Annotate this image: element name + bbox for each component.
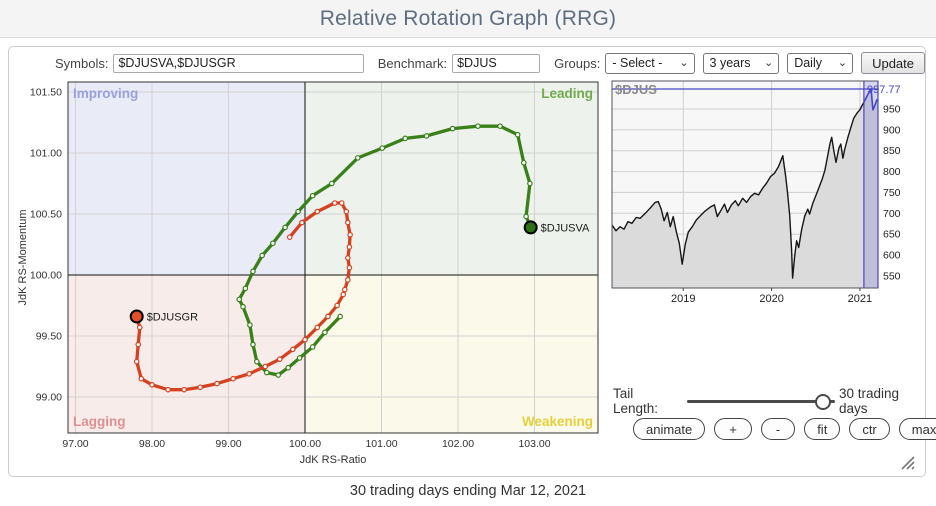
slider-thumb[interactable]	[815, 394, 831, 410]
svg-text:101.00: 101.00	[365, 438, 397, 450]
date-range-highlight[interactable]	[864, 81, 878, 288]
svg-text:800: 800	[883, 166, 901, 178]
svg-text:2019: 2019	[671, 293, 695, 305]
tail-length-slider[interactable]	[687, 395, 831, 408]
svg-text:2021: 2021	[848, 293, 872, 305]
svg-text:101.50: 101.50	[30, 87, 62, 99]
frequency-select-value: Daily	[794, 56, 822, 70]
marker-label: $DJUSVA	[541, 222, 590, 234]
last-value-label: 997.77	[867, 84, 901, 96]
quadrant-label-weakening: Weakening	[522, 414, 593, 429]
max-button[interactable]: max	[899, 418, 936, 440]
period-select-value: 3 years	[710, 56, 751, 70]
plus-button[interactable]: +	[714, 418, 752, 440]
symbols-input[interactable]	[113, 54, 363, 73]
benchmark-input[interactable]	[452, 54, 540, 73]
fit-button[interactable]: fit	[804, 418, 840, 440]
footer-caption: 30 trading days ending Mar 12, 2021	[0, 483, 936, 499]
svg-text:700: 700	[883, 208, 901, 220]
svg-text:850: 850	[883, 145, 901, 157]
marker-djusva[interactable]	[525, 221, 537, 233]
y-axis-title: JdK RS-Momentum	[17, 210, 29, 306]
slider-track[interactable]	[687, 400, 835, 403]
animate-button[interactable]: animate	[633, 418, 705, 440]
app-header: Relative Rotation Graph (RRG)	[0, 0, 936, 38]
svg-text:950: 950	[883, 103, 901, 115]
svg-text:550: 550	[883, 270, 901, 282]
groups-label: Groups:	[554, 56, 600, 71]
svg-text:102.00: 102.00	[442, 438, 474, 450]
chevron-down-icon: ⌄	[830, 58, 847, 68]
chart-buttons: animate +-fitctrmax	[633, 418, 936, 440]
x-axis-title: JdK RS-Ratio	[300, 454, 367, 466]
svg-text:101.00: 101.00	[30, 148, 62, 160]
svg-text:100.50: 100.50	[30, 209, 62, 221]
toolbar: Symbols: Benchmark: Groups: - Select - ⌄…	[9, 51, 925, 75]
minus-button[interactable]: -	[761, 418, 795, 440]
svg-text:100.00: 100.00	[30, 270, 62, 282]
quadrant-lagging	[68, 275, 305, 433]
quadrant-label-leading: Leading	[541, 86, 593, 101]
svg-text:900: 900	[883, 124, 901, 136]
svg-text:99.00: 99.00	[215, 438, 241, 450]
tail-length-value: 30 trading days	[839, 386, 925, 416]
tail-length-label: Tail Length:	[613, 386, 677, 416]
tail-length-control: Tail Length: 30 trading days	[613, 386, 925, 416]
svg-text:650: 650	[883, 229, 901, 241]
groups-select-value: - Select -	[612, 56, 662, 70]
chevron-down-icon: ⌄	[756, 58, 773, 68]
benchmark-price-chart[interactable]: 997.77 $DJUS 950 900 850 800 750 700 650 600 550 20…	[611, 78, 923, 308]
svg-text:600: 600	[883, 250, 901, 262]
svg-text:2020: 2020	[759, 293, 783, 305]
svg-text:99.00: 99.00	[36, 392, 62, 404]
period-select[interactable]: 3 years ⌄	[703, 53, 780, 74]
rrg-chart[interactable]: Improving Leading Lagging Weakening $DJUSVA $…	[12, 76, 608, 474]
main-panel: Symbols: Benchmark: Groups: - Select - ⌄…	[8, 46, 926, 477]
marker-djusgr[interactable]	[131, 310, 143, 322]
ctr-button[interactable]: ctr	[849, 418, 889, 440]
frequency-select[interactable]: Daily ⌄	[787, 53, 853, 74]
quadrant-label-lagging: Lagging	[73, 414, 126, 429]
svg-text:98.00: 98.00	[139, 438, 165, 450]
groups-select[interactable]: - Select - ⌄	[605, 53, 694, 74]
quadrant-weakening	[305, 275, 598, 433]
svg-text:103.00: 103.00	[518, 438, 550, 450]
svg-text:750: 750	[883, 187, 901, 199]
page-title: Relative Rotation Graph (RRG)	[320, 7, 616, 31]
benchmark-label: Benchmark:	[378, 56, 447, 71]
marker-label: $DJUSGR	[147, 311, 198, 323]
price-chart-symbol: $DJUS	[615, 82, 657, 97]
resize-handle-icon[interactable]	[899, 454, 917, 470]
chevron-down-icon: ⌄	[671, 58, 688, 68]
symbols-label: Symbols:	[55, 56, 108, 71]
svg-text:99.50: 99.50	[36, 331, 62, 343]
svg-text:100.00: 100.00	[289, 438, 321, 450]
update-button[interactable]: Update	[861, 52, 925, 74]
svg-text:97.00: 97.00	[62, 438, 88, 450]
quadrant-label-improving: Improving	[73, 86, 138, 101]
